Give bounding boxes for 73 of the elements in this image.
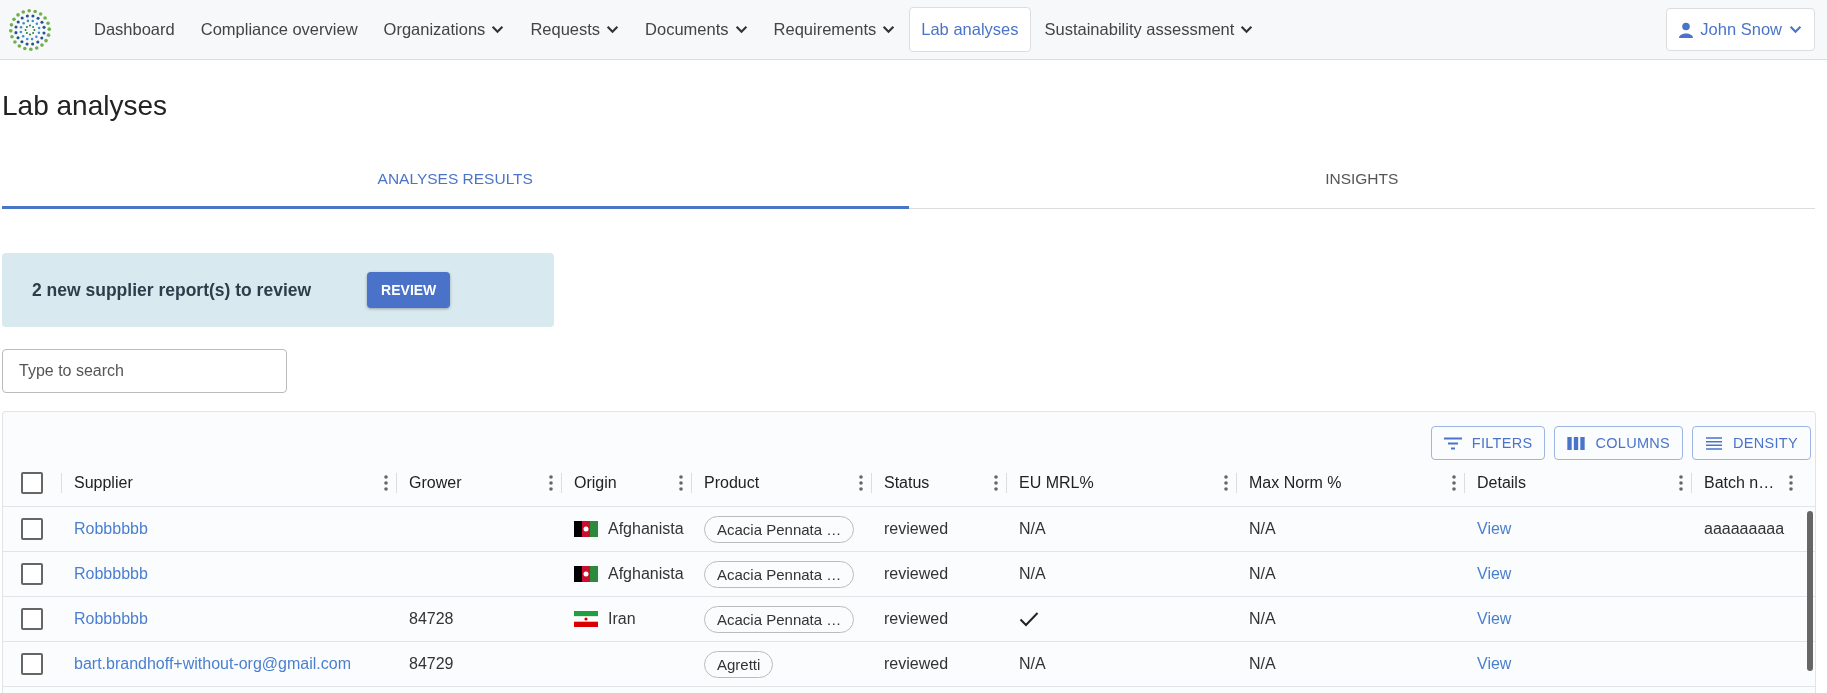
tab[interactable]: ANALYSES RESULTS [2, 152, 909, 209]
column-header[interactable]: Origin [574, 474, 679, 492]
status-text: reviewed [884, 520, 949, 538]
search-field[interactable]: Type to search [2, 349, 287, 393]
lines-icon [1705, 436, 1724, 450]
nav-menu-item[interactable]: Sustainability assessment [1032, 7, 1266, 52]
nav-menu-item[interactable]: Documents [633, 7, 760, 52]
more-vertical-icon[interactable] [1452, 475, 1456, 491]
max-norm-value: N/A [1249, 655, 1276, 673]
view-link[interactable]: View [1477, 520, 1512, 538]
country-name: Afghanista [608, 565, 684, 583]
country-name: Iran [608, 610, 636, 628]
review-button[interactable]: REVIEW [367, 272, 451, 308]
page-title: Lab analyses [2, 90, 168, 123]
nav-menu-item[interactable]: Compliance overview [188, 7, 370, 52]
column-header[interactable]: Details [1477, 474, 1679, 492]
chevron-down-icon [1789, 25, 1802, 34]
row-checkbox[interactable] [21, 653, 43, 675]
toolbar-button[interactable]: DENSITY [1692, 426, 1811, 460]
user-menu-button[interactable]: John Snow [1666, 8, 1815, 51]
nav-menu-item[interactable]: Organizations [371, 7, 517, 52]
select-all-checkbox[interactable] [21, 472, 43, 494]
tab[interactable]: INSIGHTS [908, 152, 1815, 209]
status-text: reviewed [884, 565, 949, 583]
more-vertical-icon[interactable] [859, 475, 863, 491]
eu-mrl-value: N/A [1019, 565, 1046, 583]
column-header[interactable]: Product [704, 474, 859, 492]
view-link[interactable]: View [1477, 655, 1512, 673]
row-checkbox[interactable] [21, 518, 43, 540]
row-checkbox[interactable] [21, 608, 43, 630]
columns-icon [1567, 436, 1586, 450]
column-header[interactable]: Batch n… [1704, 474, 1789, 492]
status-text: reviewed [884, 610, 949, 628]
supplier-link[interactable]: bart.brandhoff+without-org@gmail.com [74, 655, 351, 673]
more-vertical-icon[interactable] [1224, 475, 1228, 491]
banner-message: 2 new supplier report(s) to review [32, 279, 312, 301]
column-header[interactable]: Supplier [74, 474, 384, 492]
column-header[interactable]: Status [884, 474, 994, 492]
grower-id: 84729 [409, 655, 454, 673]
more-vertical-icon[interactable] [1789, 475, 1793, 491]
more-vertical-icon[interactable] [994, 475, 998, 491]
supplier-link[interactable]: Robbbbbb [74, 610, 148, 628]
nav-menu-item[interactable]: Requirements [761, 7, 908, 52]
nav-menu-item[interactable]: Lab analyses [909, 7, 1031, 52]
more-vertical-icon[interactable] [384, 475, 388, 491]
scrollbar[interactable] [1807, 511, 1813, 671]
more-vertical-icon[interactable] [1679, 475, 1683, 491]
eu-mrl-value: N/A [1019, 655, 1046, 673]
more-vertical-icon[interactable] [549, 475, 553, 491]
max-norm-value: N/A [1249, 565, 1276, 583]
more-vertical-icon[interactable] [679, 475, 683, 491]
nav-menu-item[interactable]: Requests [518, 7, 632, 52]
max-norm-value: N/A [1249, 520, 1276, 538]
country-name: Afghanista [608, 520, 684, 538]
eu-mrl-value: N/A [1019, 520, 1046, 538]
column-header[interactable]: Max Norm % [1249, 474, 1452, 492]
filter-icon [1443, 436, 1462, 450]
view-link[interactable]: View [1477, 610, 1512, 628]
dotted-circle-logo[interactable] [8, 7, 52, 52]
batch-number: aaaaaaaaa [1704, 520, 1785, 538]
status-text: reviewed [884, 655, 949, 673]
nav-menu-item[interactable]: Dashboard [82, 7, 187, 52]
view-link[interactable]: View [1477, 565, 1512, 583]
toolbar-button[interactable]: FILTERS [1430, 426, 1546, 460]
grower-id: 84728 [409, 610, 454, 628]
row-checkbox[interactable] [21, 563, 43, 585]
toolbar-button[interactable]: COLUMNS [1554, 426, 1684, 460]
supplier-link[interactable]: Robbbbbb [74, 565, 148, 583]
supplier-link[interactable]: Robbbbbb [74, 520, 148, 538]
person-icon [1679, 21, 1694, 38]
column-header[interactable]: EU MRL% [1019, 474, 1224, 492]
max-norm-value: N/A [1249, 610, 1276, 628]
column-header[interactable]: Grower [409, 474, 549, 492]
